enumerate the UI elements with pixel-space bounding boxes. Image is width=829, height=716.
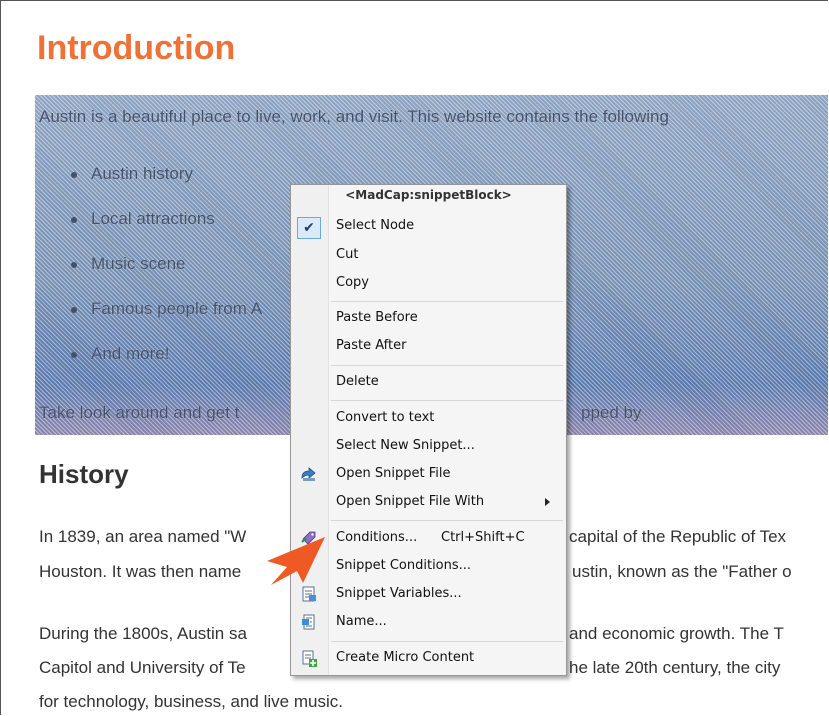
menu-item-create-micro-content[interactable]: Create Micro Content [336, 647, 474, 669]
intro-paragraph: Austin is a beautiful place to live, wor… [39, 107, 669, 126]
callout-arrow-icon [267, 537, 325, 585]
menu-item-paste-after[interactable]: Paste After [336, 335, 406, 357]
menu-item-copy[interactable]: Copy [336, 272, 369, 294]
menu-separator [331, 365, 563, 366]
submenu-arrow-icon [545, 498, 550, 506]
context-menu-header: <MadCap:snippetBlock> [345, 188, 512, 202]
menu-separator [331, 641, 563, 642]
bullet-dot [71, 262, 77, 268]
page-title: Introduction [37, 29, 236, 67]
checkmark-icon: ✔ [297, 217, 321, 239]
history-paragraph-line: and economic growth. The T [569, 624, 784, 643]
menu-item-conditions-label: Conditions... [336, 530, 418, 545]
history-paragraph-line: In 1839, an area named "W [39, 527, 247, 546]
editor-canvas: Introduction Austin is a beautiful place… [0, 0, 828, 715]
history-paragraph-line: ustin, known as the "Father o [572, 562, 792, 581]
list-item: Austin history [91, 164, 194, 183]
menu-item-delete[interactable]: Delete [336, 371, 379, 393]
open-file-icon [301, 467, 316, 481]
micro-content-icon [302, 650, 317, 667]
menu-separator [331, 520, 563, 521]
closing-text-right: pped by [581, 403, 642, 422]
history-heading: History [39, 459, 129, 489]
menu-item-select-new-snippet[interactable]: Select New Snippet... [336, 435, 475, 457]
variables-icon [302, 586, 316, 602]
menu-item-select-node[interactable]: Select Node [336, 215, 414, 237]
bullet-dot [71, 172, 77, 178]
conditions-shortcut: Ctrl+Shift+C [441, 530, 525, 545]
menu-item-snippet-conditions[interactable]: Snippet Conditions... [336, 555, 471, 577]
menu-item-snippet-variables[interactable]: Snippet Variables... [336, 583, 462, 605]
menu-item-cut[interactable]: Cut [336, 244, 358, 266]
bullet-dot [71, 217, 77, 223]
menu-separator [331, 400, 563, 401]
bullet-dot [71, 307, 77, 313]
list-item: Music scene [91, 254, 186, 273]
bullet-dot [71, 352, 77, 358]
list-item: Famous people from A [91, 299, 263, 318]
history-paragraph-line: capital of the Republic of Tex [569, 527, 787, 546]
history-paragraph-line: he late 20th century, the city [569, 658, 781, 677]
context-menu: <MadCap:snippetBlock> ✔ Select Node Cut … [290, 184, 567, 676]
history-paragraph-line: Capitol and University of Te [39, 658, 246, 677]
menu-item-paste-before[interactable]: Paste Before [336, 307, 418, 329]
closing-text-left: Take look around and get t [39, 403, 240, 422]
history-paragraph-line: Houston. It was then name [39, 562, 242, 581]
menu-item-open-snippet-file-with[interactable]: Open Snippet File With [336, 491, 484, 513]
history-paragraph-line: for technology, business, and live music… [39, 692, 343, 711]
list-item: Local attractions [91, 209, 215, 228]
menu-item-open-snippet-file[interactable]: Open Snippet File [336, 463, 450, 485]
menu-item-name[interactable]: Name... [336, 611, 387, 633]
history-paragraph-line: During the 1800s, Austin sa [39, 624, 247, 643]
name-icon [302, 614, 315, 630]
menu-item-convert-to-text[interactable]: Convert to text [336, 407, 434, 429]
menu-separator [331, 301, 563, 302]
list-item: And more! [91, 344, 170, 363]
menu-item-conditions[interactable]: Conditions... [336, 527, 417, 549]
